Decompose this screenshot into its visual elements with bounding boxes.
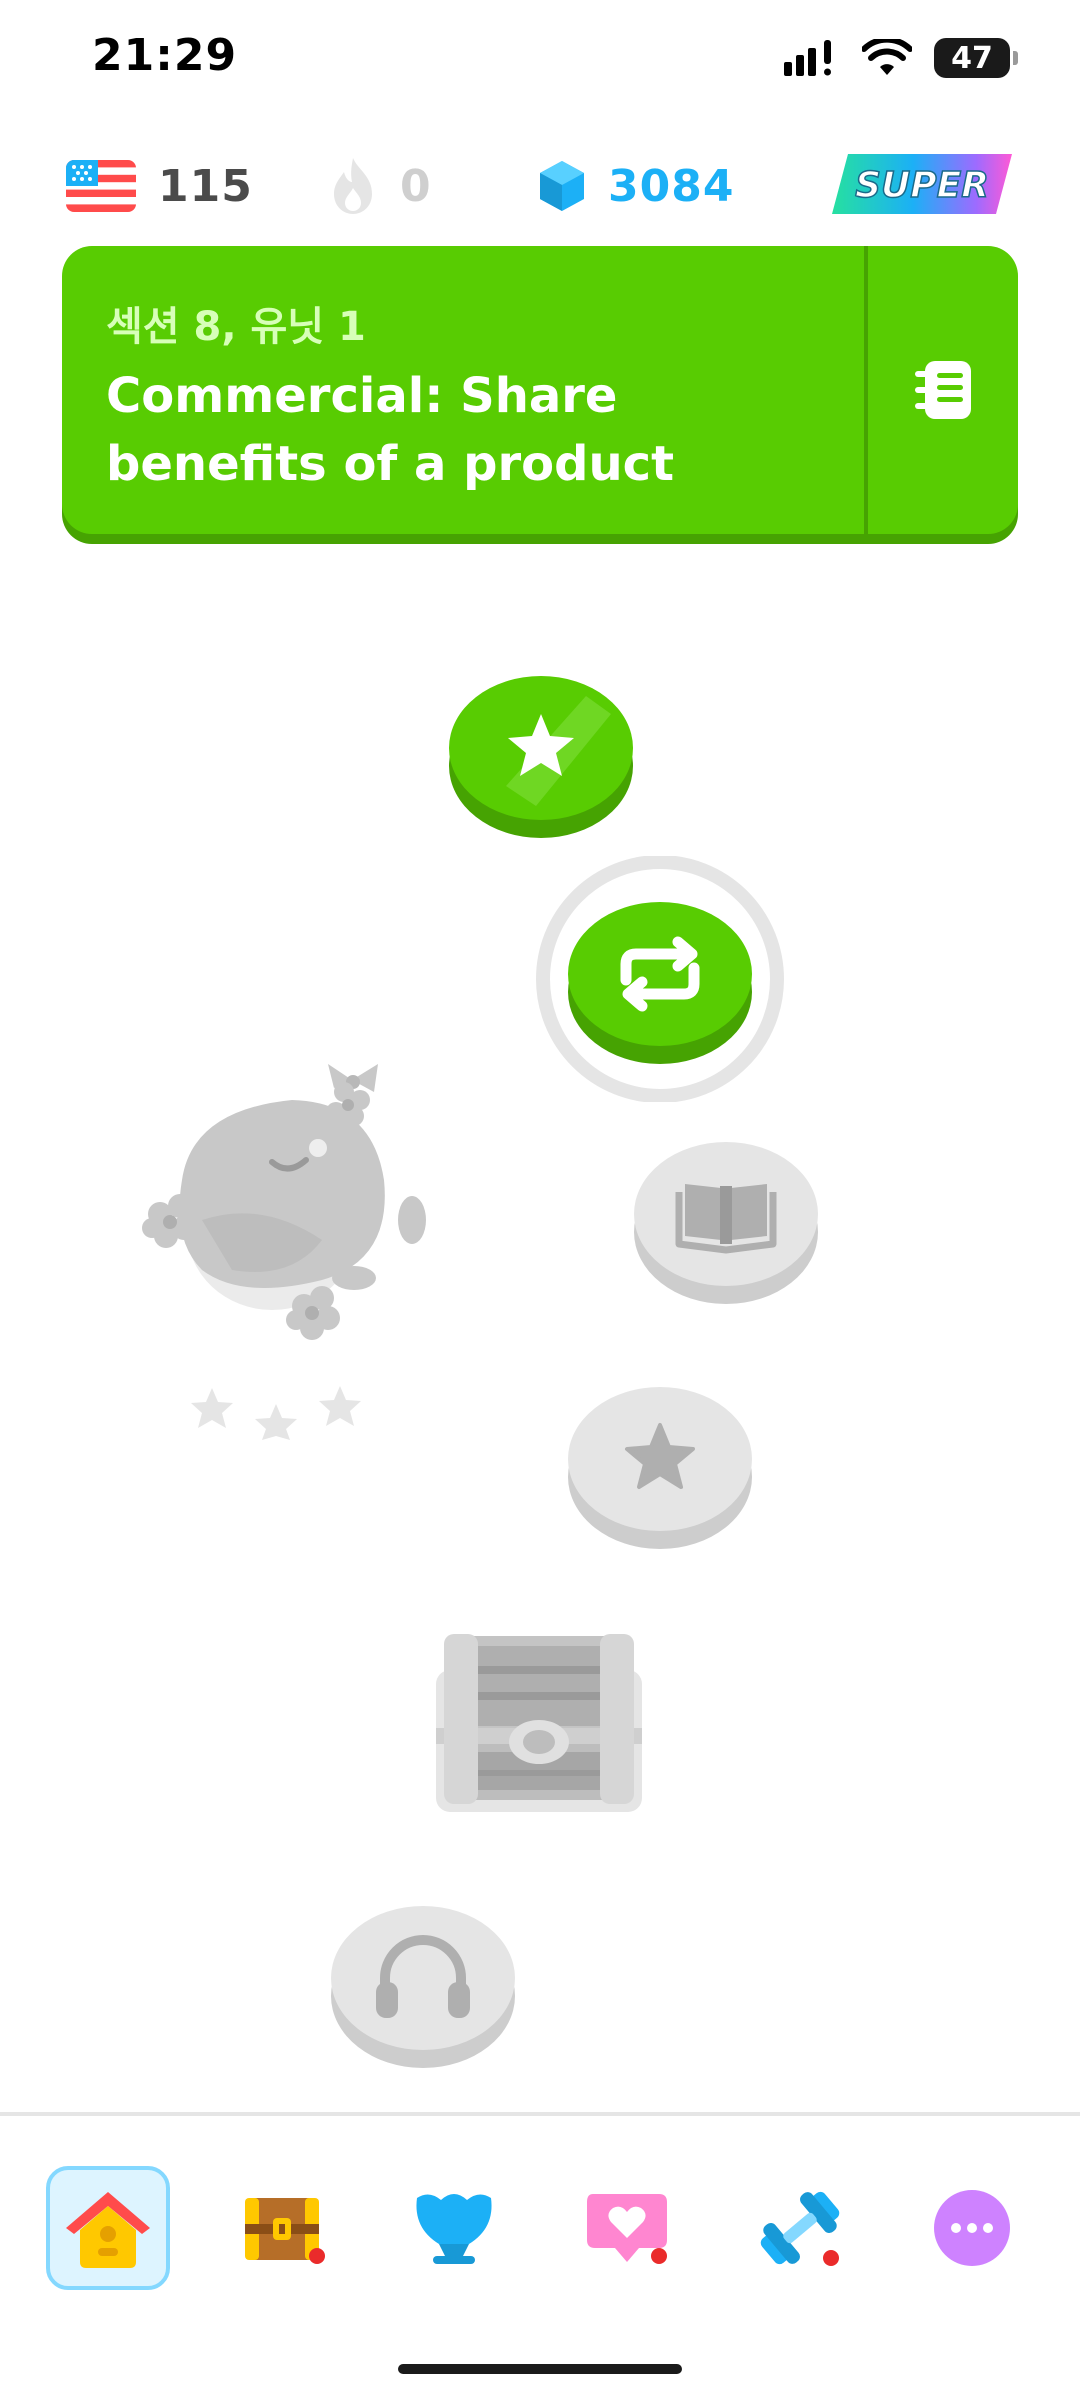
nav-tab-hearts[interactable] xyxy=(566,2166,690,2290)
battery-indicator: 47 xyxy=(934,38,1018,78)
gems-count: 3084 xyxy=(608,160,735,212)
cellular-signal-icon xyxy=(784,40,831,76)
bottom-nav xyxy=(0,2116,1080,2400)
path-node-treasure-chest[interactable] xyxy=(432,1630,646,1816)
us-flag-icon xyxy=(66,160,136,212)
unit-banner[interactable]: 섹션 8, 유닛 1 Commercial: Share benefits of… xyxy=(62,246,1018,534)
unit-section-label: 섹션 8, 유닛 1 xyxy=(106,304,366,350)
workout-icon xyxy=(760,2191,840,2266)
duo-sleeping-illustration xyxy=(122,1030,442,1440)
league-icon xyxy=(416,2194,492,2264)
flame-icon xyxy=(334,158,372,214)
status-icons: 47 xyxy=(784,38,1018,78)
streak-counter[interactable]: 0 xyxy=(328,148,432,224)
wifi-icon xyxy=(862,39,912,75)
path-node-locked-star[interactable] xyxy=(567,1377,753,1553)
nav-tab-chest[interactable] xyxy=(222,2166,346,2290)
super-label: SUPER xyxy=(855,165,989,206)
more-icon xyxy=(934,2190,1010,2266)
nav-tab-leagues[interactable] xyxy=(392,2166,516,2290)
path-node-locked-story[interactable] xyxy=(633,1132,819,1308)
path-node-active-practice[interactable] xyxy=(528,856,792,1102)
stats-row: 115 0 3084 SUPER xyxy=(0,148,1080,224)
path-node-locked-listening[interactable] xyxy=(330,1896,516,2072)
chest-icon xyxy=(245,2198,325,2264)
course-selector[interactable]: 115 xyxy=(66,148,253,224)
home-indicator xyxy=(398,2364,682,2374)
course-count: 115 xyxy=(158,160,253,212)
streak-count: 0 xyxy=(400,160,432,212)
path-node-completed-star[interactable] xyxy=(446,666,636,842)
rating-stars xyxy=(191,1386,361,1440)
nav-tab-home[interactable] xyxy=(46,2166,170,2290)
nav-tab-practice[interactable] xyxy=(738,2166,862,2290)
guidebook-button[interactable] xyxy=(868,246,1018,534)
gems-counter[interactable]: 3084 xyxy=(538,148,734,224)
nav-tab-more[interactable] xyxy=(910,2166,1034,2290)
treasure-chest-icon xyxy=(436,1634,642,1812)
status-bar: 21:29 47 xyxy=(0,0,1080,120)
gem-icon xyxy=(540,161,584,211)
status-time: 21:29 xyxy=(92,30,238,81)
hearts-icon xyxy=(587,2194,667,2264)
home-icon xyxy=(66,2192,150,2268)
unit-title: Commercial: Share benefits of a product xyxy=(106,368,675,492)
super-badge[interactable]: SUPER xyxy=(830,152,1014,216)
notebook-icon xyxy=(915,361,971,419)
